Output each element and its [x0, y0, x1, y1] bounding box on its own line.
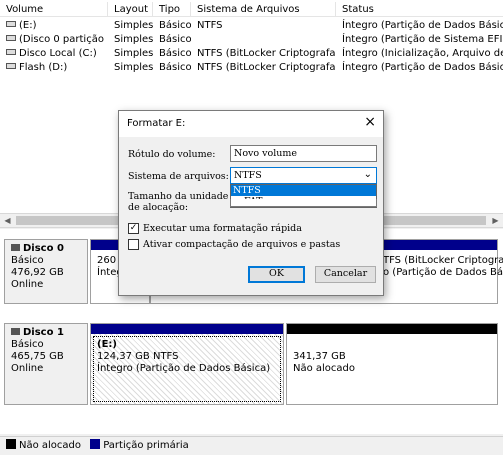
- volume-row[interactable]: Flash (D:) Simples Básico NTFS (BitLocke…: [0, 60, 503, 75]
- compression-label[interactable]: Ativar compactação de arquivos e pastas: [143, 239, 340, 250]
- disk-type: Básico: [11, 339, 44, 350]
- volume-type: Básico: [159, 34, 191, 45]
- quick-format-checkbox[interactable]: ✓: [128, 223, 139, 234]
- partition-size: 341,37 GB: [293, 351, 346, 362]
- alloc-unit-label-1: Tamanho da unidade: [128, 191, 229, 202]
- volume-name: (Disco 0 partição 1): [19, 34, 108, 45]
- volume-icon: [6, 49, 16, 55]
- fs-selected-value: NTFS: [234, 170, 262, 181]
- alloc-unit-label-2: de alocação:: [128, 202, 189, 213]
- disk-name: Disco 0: [23, 243, 64, 254]
- scroll-right-icon[interactable]: ▶: [488, 214, 503, 227]
- col-volume[interactable]: Volume: [0, 2, 108, 17]
- volume-status: Íntegro (Partição de Dados Básica): [342, 20, 503, 31]
- volume-layout: Simples: [114, 62, 153, 73]
- volume-icon: [6, 35, 16, 41]
- col-sistema[interactable]: Sistema de Arquivos: [191, 2, 336, 17]
- cancel-button[interactable]: Cancelar: [315, 266, 376, 283]
- disk-name: Disco 1: [23, 327, 64, 338]
- volume-fs: NTFS: [197, 20, 223, 31]
- volume-name: Flash (D:): [19, 62, 68, 73]
- legend-primary: Partição primária: [103, 440, 189, 451]
- disk-state: Online: [11, 363, 44, 374]
- disk-icon: [11, 327, 20, 335]
- disk-icon: [11, 243, 20, 251]
- partition-size: TFS (BitLocker Criptograf: [383, 255, 503, 266]
- volume-type: Básico: [159, 20, 191, 31]
- volume-layout: Simples: [114, 20, 153, 31]
- ok-button[interactable]: OK: [248, 266, 305, 283]
- primary-swatch: [90, 439, 101, 449]
- volume-row[interactable]: (Disco 0 partição 1) Simples Básico Ínte…: [0, 32, 503, 47]
- unallocated-swatch: [6, 439, 16, 449]
- volume-name: (E:): [19, 20, 37, 31]
- alloc-unit-select[interactable]: [230, 199, 377, 207]
- format-dialog: Formatar E: × Rótulo do volume: Novo vol…: [118, 110, 384, 296]
- volume-row[interactable]: Disco Local (C:) Simples Básico NTFS (Bi…: [0, 46, 503, 61]
- disk-size: 465,75 GB: [11, 351, 64, 362]
- fs-option-ntfs[interactable]: NTFS: [231, 185, 376, 196]
- col-layout[interactable]: Layout: [108, 2, 153, 17]
- partition-status: Não alocado: [293, 363, 356, 374]
- volume-name: Disco Local (C:): [19, 48, 97, 59]
- volume-layout: Simples: [114, 48, 153, 59]
- volume-label-input[interactable]: Novo volume: [230, 145, 377, 162]
- disk-type: Básico: [11, 255, 44, 266]
- volume-fs: NTFS (BitLocker Criptografado): [197, 62, 336, 73]
- partition-bar: [287, 324, 497, 334]
- disk-size: 476,92 GB: [11, 267, 64, 278]
- legend-unallocated: Não alocado: [19, 440, 82, 451]
- scroll-left-icon[interactable]: ◀: [0, 214, 15, 227]
- fs-select[interactable]: NTFS ⌄: [230, 167, 377, 184]
- compression-checkbox[interactable]: [128, 239, 139, 250]
- checkmark-icon: ✓: [129, 223, 138, 233]
- fs-label: Sistema de arquivos:: [128, 171, 229, 182]
- disk-state: Online: [11, 279, 44, 290]
- chevron-down-icon: ⌄: [363, 169, 372, 180]
- dialog-title: Formatar E:: [127, 118, 186, 129]
- volume-icon: [6, 21, 16, 27]
- volume-icon: [6, 63, 16, 69]
- volume-status: Íntegro (Partição de Dados Básica): [342, 62, 503, 73]
- disk-info-0[interactable]: Disco 0 Básico 476,92 GB Online: [4, 239, 88, 304]
- legend: Não alocado Partição primária: [0, 436, 503, 455]
- quick-format-label[interactable]: Executar uma formatação rápida: [143, 223, 302, 234]
- partition-label: (E:): [97, 339, 117, 350]
- col-tipo[interactable]: Tipo: [153, 2, 191, 17]
- partition-bar: [91, 324, 283, 334]
- partition-status: Íntegro (Partição de Dados Básica): [97, 363, 271, 374]
- dialog-titlebar[interactable]: Formatar E: ×: [119, 111, 383, 137]
- volume-label-label: Rótulo do volume:: [128, 149, 216, 160]
- volume-list-header: Volume Layout Tipo Sistema de Arquivos S…: [0, 2, 503, 17]
- volume-fs: NTFS (BitLocker Criptografado): [197, 48, 336, 59]
- disk-info-1[interactable]: Disco 1 Básico 465,75 GB Online: [4, 323, 88, 405]
- volume-type: Básico: [159, 48, 191, 59]
- partition-size: 124,37 GB NTFS: [97, 351, 179, 362]
- close-icon[interactable]: ×: [364, 114, 376, 130]
- volume-layout: Simples: [114, 34, 153, 45]
- volume-row[interactable]: (E:) Simples Básico NTFS Íntegro (Partiç…: [0, 18, 503, 33]
- partition-status: o (Partição de Dados Básica): [383, 267, 503, 278]
- col-status[interactable]: Status: [336, 2, 503, 17]
- volume-status: Íntegro (Partição de Sistema EFI): [342, 34, 503, 45]
- partition-e[interactable]: (E:) 124,37 GB NTFS Íntegro (Partição de…: [90, 323, 284, 405]
- partition-unallocated[interactable]: 341,37 GB Não alocado: [286, 323, 498, 405]
- volume-status: Íntegro (Inicialização, Arquivo de pa: [342, 48, 503, 59]
- volume-fs: [191, 32, 336, 47]
- volume-type: Básico: [159, 62, 191, 73]
